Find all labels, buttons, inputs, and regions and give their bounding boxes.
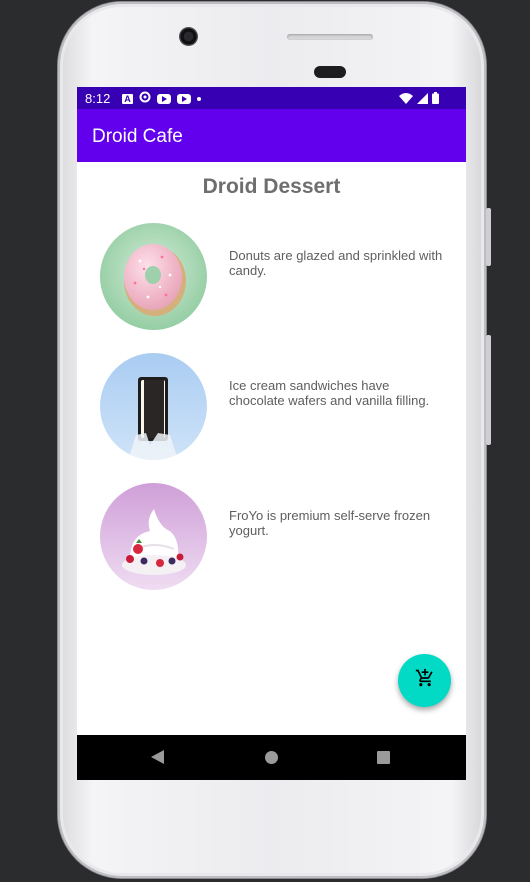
wifi-icon: [399, 92, 413, 107]
dessert-item-froyo: FroYo is premium self-serve frozen yogur…: [77, 483, 466, 593]
back-icon[interactable]: [151, 750, 164, 764]
status-system-icons: [399, 92, 439, 107]
app-title: Droid Cafe: [92, 126, 183, 147]
text-a-icon: A: [122, 94, 133, 104]
dessert-list: Droid Dessert Donuts are glazed and spri…: [77, 162, 466, 734]
page-title: Droid Dessert: [202, 175, 341, 198]
sync-icon: [139, 91, 151, 107]
add-to-cart-fab[interactable]: [398, 654, 451, 707]
status-notification-icons: A: [122, 91, 201, 107]
app-bar: Droid Cafe: [77, 109, 466, 162]
signal-icon: [417, 92, 428, 107]
froyo-image[interactable]: [100, 483, 207, 590]
navigation-bar: [77, 735, 466, 780]
dessert-description: Donuts are glazed and sprinkled with can…: [229, 248, 443, 278]
proximity-sensor: [314, 66, 346, 78]
dessert-description: Ice cream sandwiches have chocolate wafe…: [229, 378, 430, 408]
status-bar: 8:12 A: [77, 87, 466, 109]
dessert-item-ice-cream-sandwich: Ice cream sandwiches have chocolate wafe…: [77, 353, 466, 463]
home-icon[interactable]: [265, 751, 278, 764]
ice-cream-sandwich-image[interactable]: [100, 353, 207, 460]
dessert-item-donut: Donuts are glazed and sprinkled with can…: [77, 223, 466, 333]
screen: 8:12 A Droid Cafe Droid Dessert Donuts a…: [77, 87, 466, 780]
youtube-icon: [177, 94, 191, 104]
status-time: 8:12: [85, 91, 111, 106]
donut-image[interactable]: [100, 223, 207, 330]
recents-icon[interactable]: [377, 751, 390, 764]
front-camera: [179, 27, 198, 46]
dessert-description: FroYo is premium self-serve frozen yogur…: [229, 508, 431, 538]
youtube-icon: [157, 94, 171, 104]
battery-icon: [432, 92, 439, 107]
notification-dot-icon: [197, 97, 201, 101]
volume-button: [486, 335, 491, 445]
power-button: [486, 208, 491, 266]
add-shopping-cart-icon: [415, 668, 435, 693]
earpiece-speaker: [287, 34, 373, 40]
